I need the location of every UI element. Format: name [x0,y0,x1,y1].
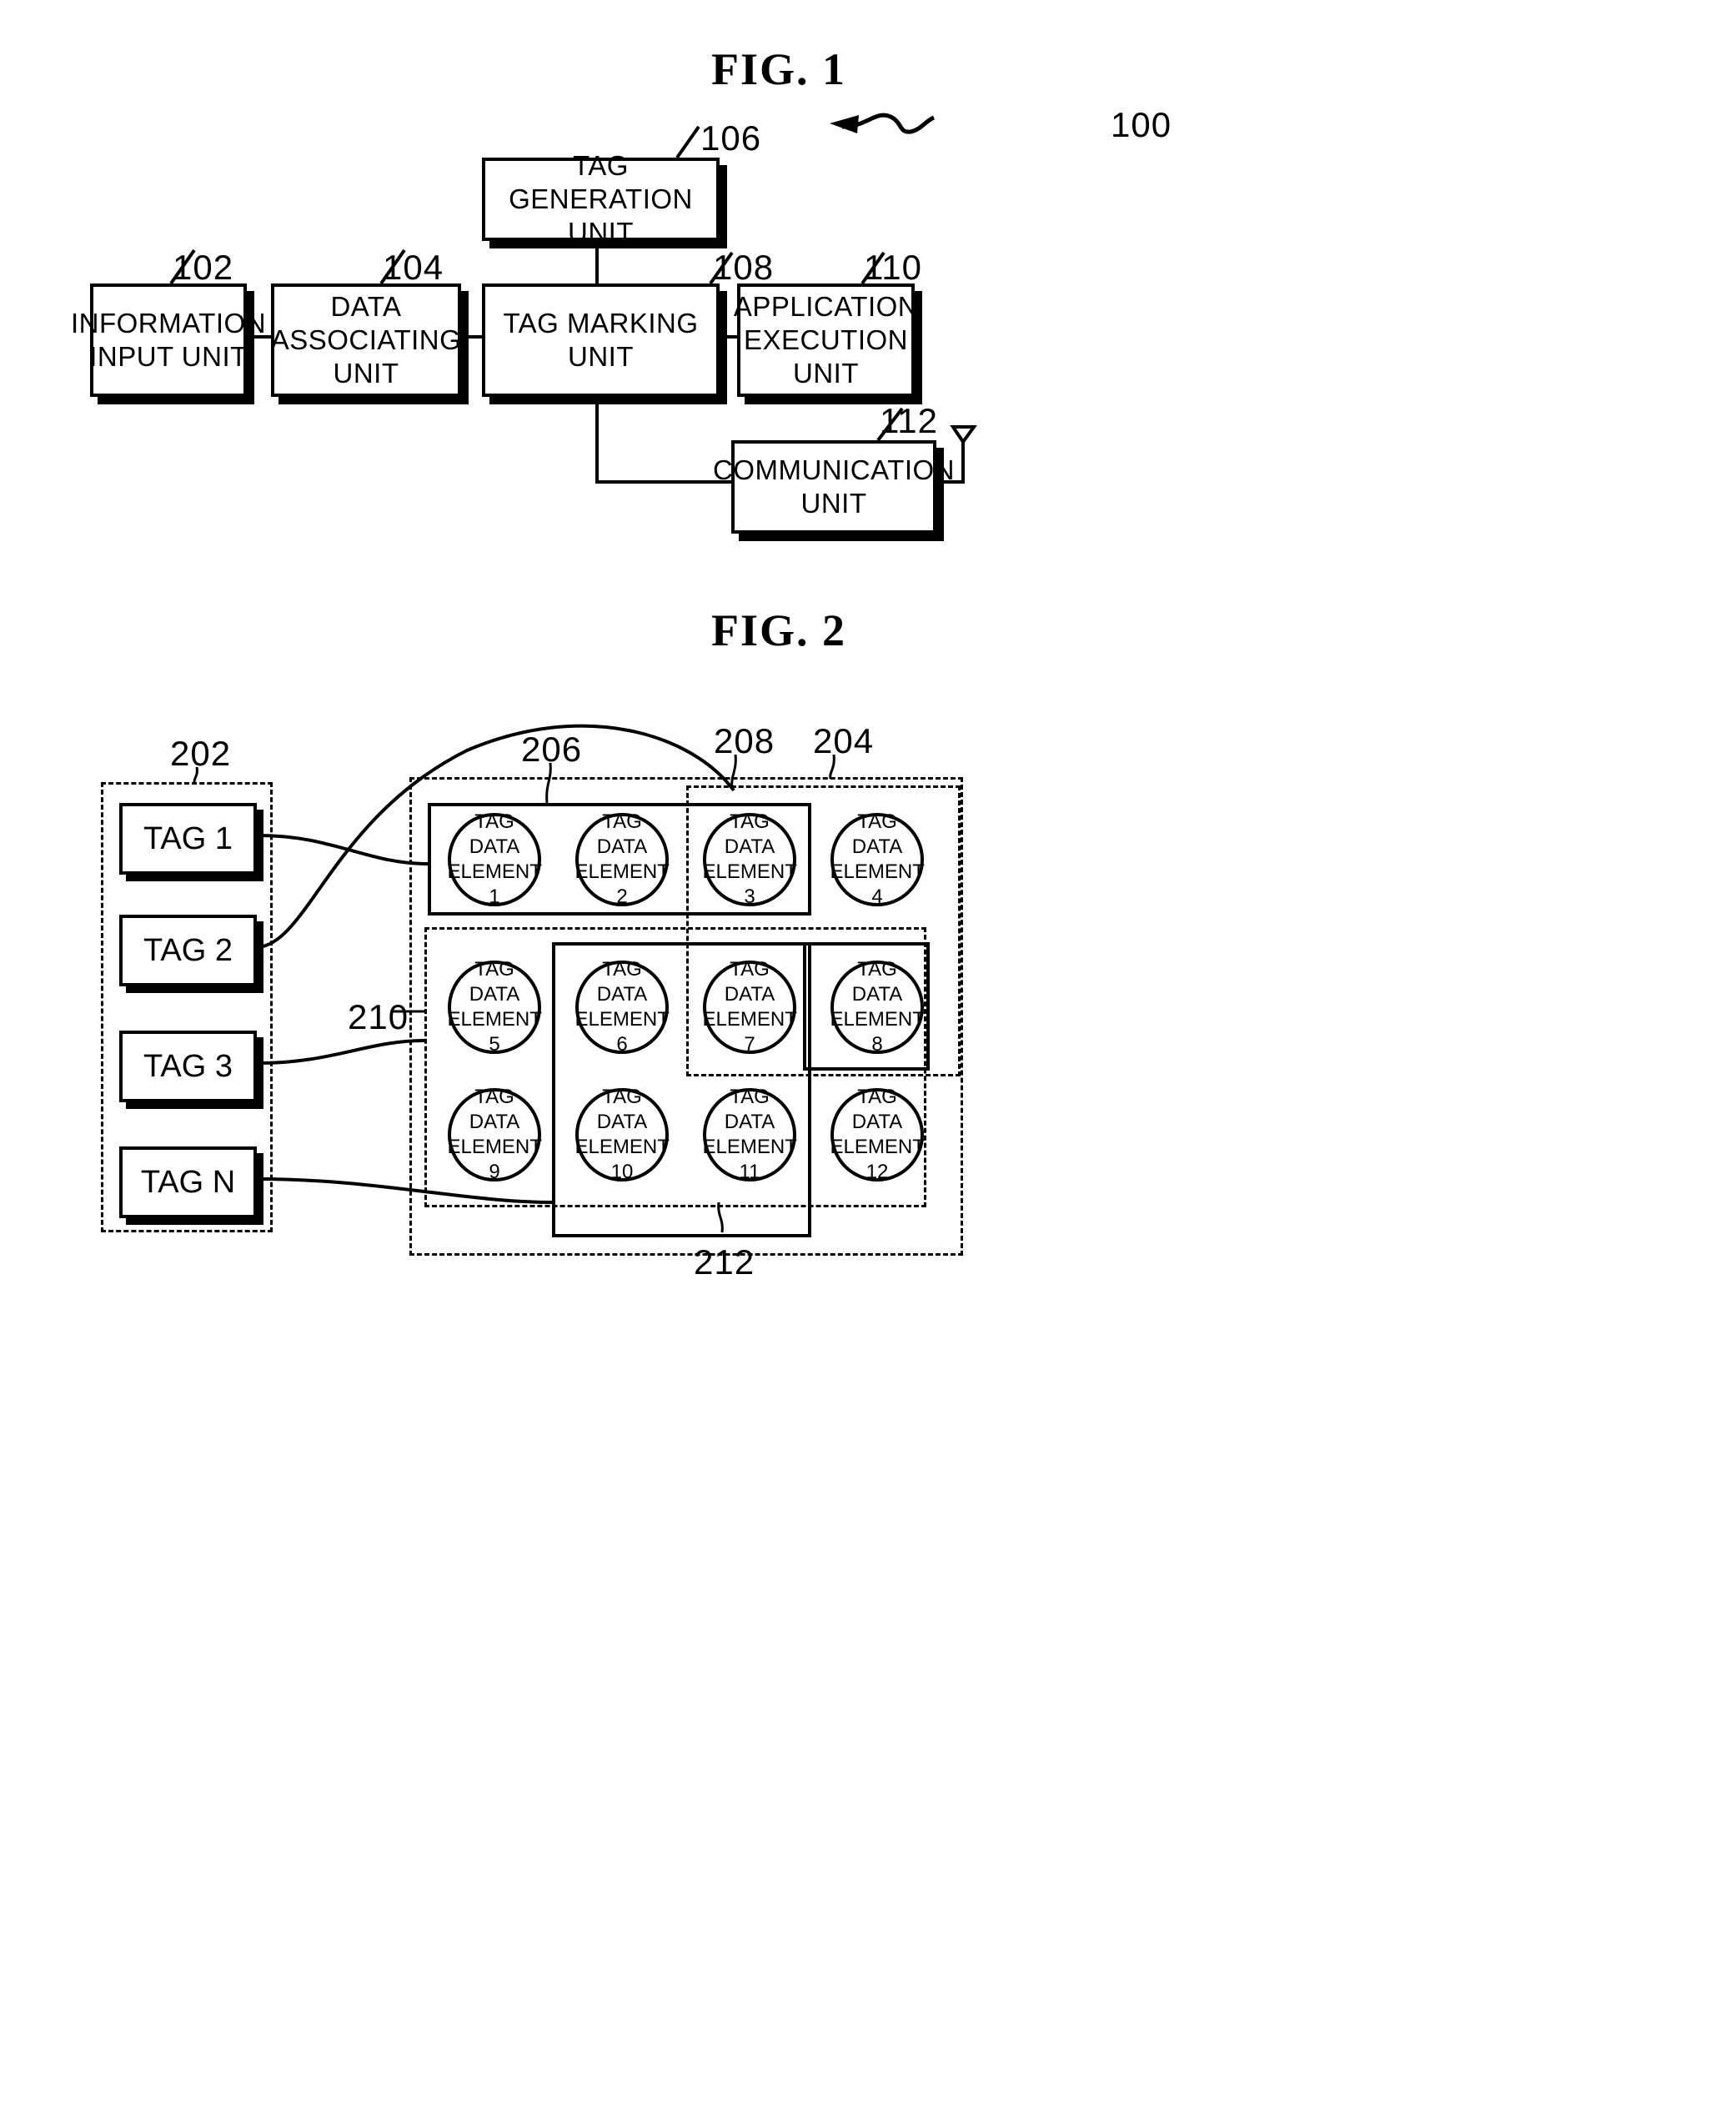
block-information-input-unit[interactable]: INFORMATION INPUT UNIT [71,283,266,397]
tde-line1: TAG DATA [596,810,648,858]
tde-line2: ELEMENT 9 [447,1136,542,1183]
tde-line1: TAG DATA [851,958,903,1006]
tag-label: TAG N [140,1164,236,1200]
tag-box-1[interactable]: TAG 1 [119,803,257,875]
block-label: TAG GENERATION UNIT [509,149,693,248]
tde-line2: ELEMENT 6 [574,1008,670,1056]
block-data-associating-unit[interactable]: DATA ASSOCIATING UNIT [271,283,461,397]
ref-212: 212 [694,1242,755,1282]
tag-box-3[interactable]: TAG 3 [119,1031,257,1102]
tde-line2: ELEMENT 5 [447,1008,542,1056]
tde-line2: ELEMENT 11 [702,1136,797,1183]
block-label: INFORMATION INPUT UNIT [70,307,267,372]
tag-data-element-5[interactable]: TAG DATA ELEMENT 5 [447,958,542,1056]
tag-box-2[interactable]: TAG 2 [119,915,257,986]
ref-210: 210 [348,997,409,1036]
tde-line1: TAG DATA [596,958,648,1006]
tde-line1: TAG DATA [469,810,520,858]
tag-data-element-8[interactable]: TAG DATA ELEMENT 8 [830,958,925,1056]
ref-108: 108 [713,248,775,287]
ref-204: 204 [813,721,875,760]
tag-data-element-9[interactable]: TAG DATA ELEMENT 9 [448,1086,542,1183]
ref-110: 110 [864,248,922,287]
block-tag-marking-unit[interactable]: TAG MARKING UNIT [482,283,720,397]
tag-data-element-3[interactable]: TAG DATA ELEMENT 3 [703,810,797,908]
tag-data-element-10[interactable]: TAG DATA ELEMENT 10 [575,1086,670,1183]
tde-line2: ELEMENT 3 [702,860,797,908]
ref-206: 206 [521,730,583,769]
tag-data-element-7[interactable]: TAG DATA ELEMENT 7 [702,958,797,1056]
tag-data-element-6[interactable]: TAG DATA ELEMENT 6 [574,958,670,1056]
tde-line2: ELEMENT 10 [574,1136,670,1183]
ref-100: 100 [1111,105,1172,144]
tag-label: TAG 3 [143,1048,233,1084]
tag-data-element-1[interactable]: TAG DATA ELEMENT 1 [448,810,542,908]
tde-line1: TAG DATA [724,1086,775,1133]
tde-line1: TAG DATA [724,810,775,858]
block-application-execution-unit[interactable]: APPLICATION EXECUTION UNIT [733,283,919,397]
block-label: APPLICATION EXECUTION UNIT [733,290,919,389]
ref-104: 104 [383,248,444,287]
block-tag-generation-unit[interactable]: TAG GENERATION UNIT [482,150,720,248]
block-communication-unit[interactable]: COMMUNICATION UNIT [713,440,955,534]
ref-102: 102 [173,248,234,287]
tde-line2: ELEMENT 8 [830,1008,925,1056]
tde-line1: TAG DATA [596,1086,648,1133]
tde-line1: TAG DATA [851,1086,903,1133]
tag-label: TAG 1 [143,820,233,856]
ref-208: 208 [714,721,775,760]
tde-line2: ELEMENT 2 [574,860,670,908]
block-label: COMMUNICATION UNIT [712,454,956,519]
tde-line2: ELEMENT 4 [830,860,925,908]
tag-data-element-12[interactable]: TAG DATA ELEMENT 12 [830,1086,925,1183]
ref-202: 202 [170,734,232,773]
tag-data-element-11[interactable]: TAG DATA ELEMENT 11 [703,1086,797,1183]
tde-line1: TAG DATA [469,1086,520,1133]
ref-106: 106 [700,118,762,158]
ref-112: 112 [880,401,938,440]
tag-data-element-2[interactable]: TAG DATA ELEMENT 2 [575,810,670,908]
tag-label: TAG 2 [143,932,233,968]
tde-line2: ELEMENT 12 [830,1136,925,1183]
tde-line1: TAG DATA [469,958,520,1006]
tde-line2: ELEMENT 7 [702,1008,797,1056]
tde-line1: TAG DATA [851,810,903,858]
block-label: TAG MARKING UNIT [503,307,699,372]
tde-line2: ELEMENT 1 [447,860,542,908]
tde-line1: TAG DATA [724,958,775,1006]
block-label: DATA ASSOCIATING UNIT [270,290,462,389]
tag-data-element-4[interactable]: TAG DATA ELEMENT 4 [830,810,925,908]
tag-box-n[interactable]: TAG N [119,1146,257,1218]
